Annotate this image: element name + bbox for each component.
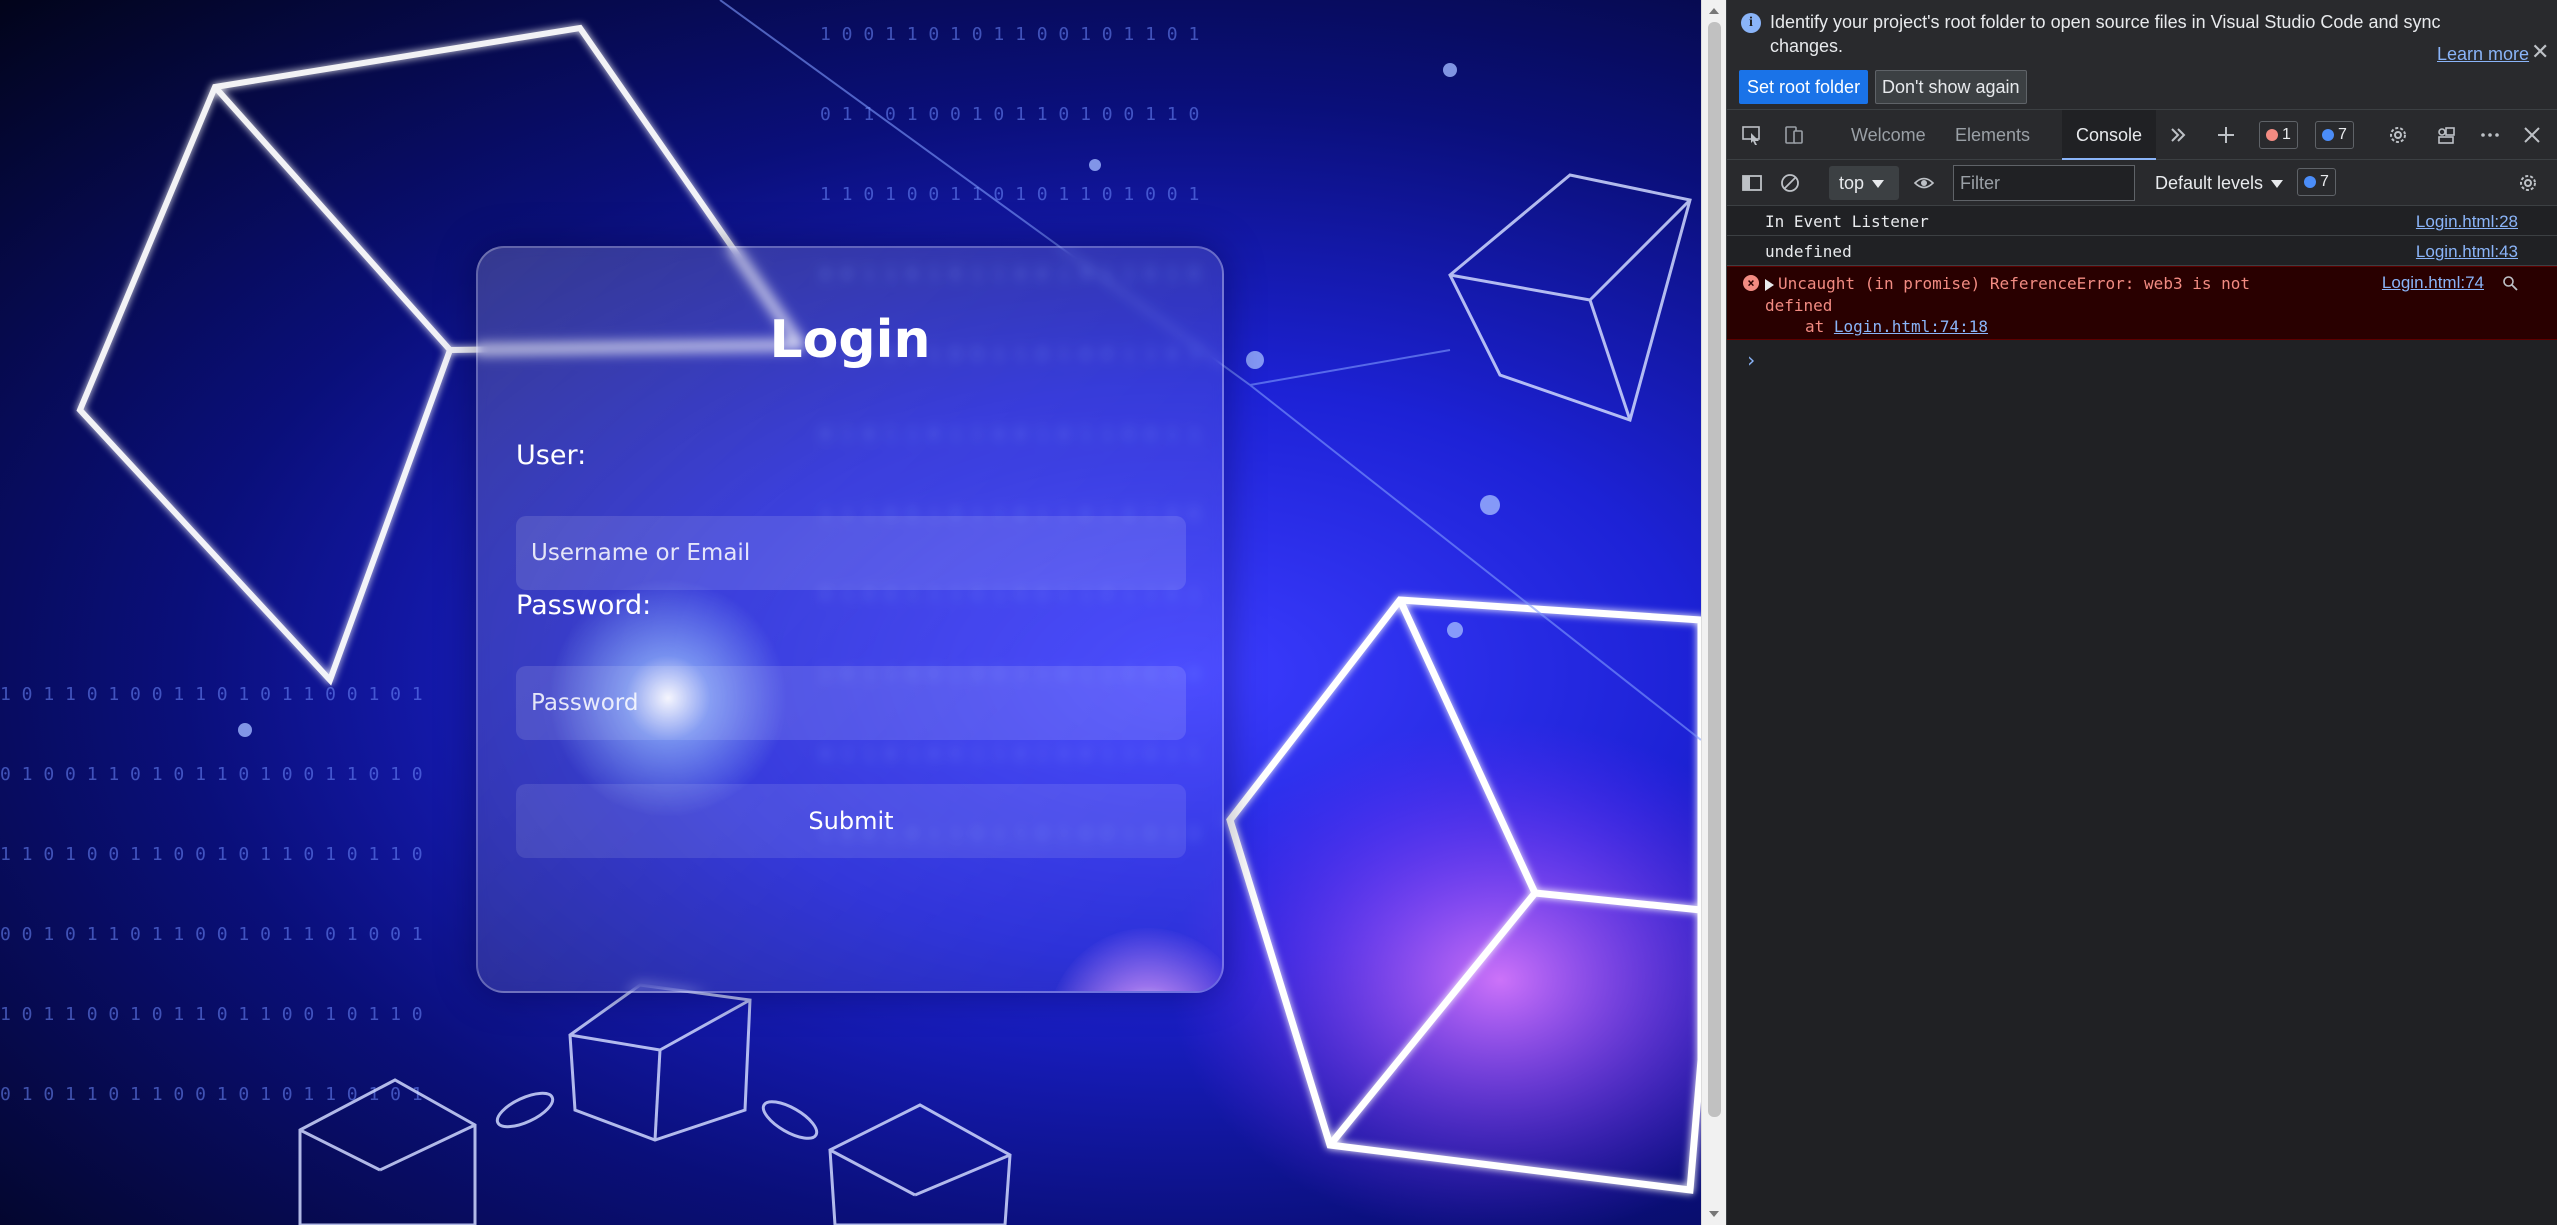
light-flare: [1048, 928, 1222, 991]
source-link[interactable]: Login.html:74: [2382, 273, 2484, 293]
error-icon: [2266, 129, 2278, 141]
error-icon: ×: [1743, 275, 1759, 291]
svg-text:1 0 1 1 0 1 0 0 1 1 0 1 0 1 1: 1 0 1 1 0 1 0 0 1 1 0 1 0 1 1 0 0 1 0 1: [0, 684, 423, 705]
levels-value: Default levels: [2155, 173, 2264, 193]
log-levels-dropdown[interactable]: Default levels: [2147, 166, 2291, 200]
expand-triangle-icon[interactable]: [1765, 278, 1774, 291]
svg-text:1 1 0 1 0 0 1 1 0 1 0 1 1 0 1: 1 1 0 1 0 0 1 1 0 1 0 1 1 0 1 0 0 1: [820, 184, 1199, 205]
eye-icon[interactable]: [1913, 172, 1935, 194]
message-icon: [2322, 129, 2334, 141]
close-devtools-icon[interactable]: [2521, 124, 2543, 146]
set-root-folder-button[interactable]: Set root folder: [1739, 70, 1869, 104]
add-tab-icon[interactable]: [2215, 124, 2237, 146]
password-input[interactable]: [516, 666, 1186, 740]
devtools-panel: i Identify your project's root folder to…: [1726, 0, 2557, 1225]
source-link[interactable]: Login.html:43: [2416, 242, 2518, 262]
tab-console[interactable]: Console: [2062, 110, 2157, 160]
infobar-message: Identify your project's root folder to o…: [1770, 12, 2441, 56]
submit-button[interactable]: Submit: [516, 784, 1186, 858]
error-stack-line: at Login.html:74:18: [1805, 317, 1988, 336]
svg-text:1 0 0 1 1 0 1 0 1 1 0 0 1 0 1: 1 0 0 1 1 0 1 0 1 1 0 0 1 0 1 1 0 1: [820, 24, 1199, 45]
dont-show-again-button[interactable]: Don't show again: [1875, 70, 2027, 104]
console-settings-gear-icon[interactable]: [2517, 172, 2539, 194]
console-toolbar: top Default levels 7: [1727, 160, 2557, 206]
search-icon[interactable]: [2502, 275, 2518, 291]
login-card: Login User: Password: Submit: [476, 246, 1224, 993]
settings-gear-icon[interactable]: [2387, 124, 2409, 146]
error-message: Uncaught (in promise) ReferenceError: we…: [1765, 274, 2251, 315]
password-label: Password:: [516, 590, 652, 621]
devtools-tabbar: Welcome Elements Console 1 7: [1727, 110, 2557, 160]
username-input[interactable]: [516, 516, 1186, 590]
console-message: undefined: [1765, 242, 1852, 261]
message-count-badge[interactable]: 7: [2315, 121, 2354, 149]
svg-text:0 1 0 1 1 0 1 1 0 0 1 0 1 0 1: 0 1 0 1 1 0 1 1 0 0 1 0 1 0 1 1 0 1 0 1: [0, 1084, 423, 1105]
stack-source-link[interactable]: Login.html:74:18: [1834, 317, 1988, 336]
error-count: 1: [2282, 126, 2291, 143]
login-title: Login: [769, 310, 931, 370]
customize-icon[interactable]: [2435, 124, 2457, 146]
scroll-down-icon[interactable]: [1709, 1211, 1719, 1217]
sidebar-toggle-icon[interactable]: [1741, 172, 1763, 194]
message-icon: [2304, 176, 2316, 188]
issues-count: 7: [2320, 173, 2329, 190]
more-options-icon[interactable]: [2479, 124, 2501, 146]
error-count-badge[interactable]: 1: [2259, 121, 2298, 149]
chevron-down-icon: [2271, 180, 2284, 189]
message-count: 7: [2338, 126, 2347, 143]
tab-welcome[interactable]: Welcome: [1837, 110, 1940, 160]
console-message: In Event Listener: [1765, 212, 1929, 231]
error-message-block[interactable]: Uncaught (in promise) ReferenceError: we…: [1765, 273, 2305, 317]
clear-console-icon[interactable]: [1779, 172, 1801, 194]
svg-text:0 1 0 0 1 1 0 1 0 1 1 0 1 0 0: 0 1 0 0 1 1 0 1 0 1 1 0 1 0 0 1 1 0 1 0: [0, 764, 423, 785]
console-output: In Event Listener Login.html:28 undefine…: [1727, 206, 2557, 372]
tab-elements[interactable]: Elements: [1941, 110, 2044, 160]
page-scrollbar[interactable]: [1701, 0, 1726, 1225]
scroll-up-icon[interactable]: [1709, 8, 1719, 14]
more-tabs-icon[interactable]: [2167, 124, 2189, 146]
console-prompt-icon[interactable]: ›: [1745, 348, 1757, 372]
filter-input[interactable]: [1953, 165, 2135, 201]
close-icon[interactable]: ✕: [2531, 40, 2549, 65]
console-row: In Event Listener Login.html:28: [1727, 206, 2557, 236]
console-error-row: × Uncaught (in promise) ReferenceError: …: [1727, 266, 2557, 340]
svg-text:1 0 1 1 0 0 1 0 1 1 0 1 1 0 0: 1 0 1 1 0 0 1 0 1 1 0 1 1 0 0 1 0 1 1 0: [0, 1004, 423, 1025]
console-row: undefined Login.html:43: [1727, 236, 2557, 266]
device-emulation-icon[interactable]: [1783, 124, 1805, 146]
scrollbar-thumb[interactable]: [1708, 22, 1721, 1117]
context-selector[interactable]: top: [1829, 166, 1899, 200]
svg-text:0 0 1 0 1 1 0 1 1 0 0 1 0 1 1: 0 0 1 0 1 1 0 1 1 0 0 1 0 1 1 0 1 0 0 1: [0, 924, 423, 945]
svg-text:1 1 0 1 0 0 1 1 0 0 1 0 1 1 0: 1 1 0 1 0 0 1 1 0 0 1 0 1 1 0 1 0 1 1 0: [0, 844, 423, 865]
stack-prefix: at: [1805, 317, 1834, 336]
info-icon: i: [1741, 13, 1761, 33]
user-label: User:: [516, 440, 587, 471]
devtools-infobar: i Identify your project's root folder to…: [1727, 0, 2557, 110]
inspect-element-icon[interactable]: [1741, 124, 1763, 146]
source-link[interactable]: Login.html:28: [2416, 212, 2518, 232]
chevron-down-icon: [1872, 180, 1885, 189]
learn-more-link[interactable]: Learn more: [2437, 44, 2529, 65]
issues-badge[interactable]: 7: [2297, 168, 2336, 196]
page-viewport: 1 0 0 1 1 0 1 0 1 1 0 0 1 0 1 1 0 1 0 1 …: [0, 0, 1701, 1225]
context-value: top: [1839, 173, 1865, 193]
